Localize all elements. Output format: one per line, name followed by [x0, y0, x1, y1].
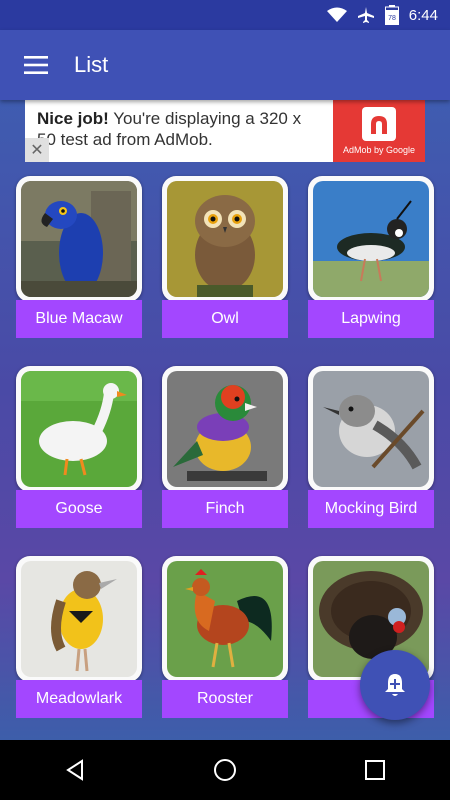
back-icon[interactable]	[45, 740, 105, 800]
recents-icon[interactable]	[345, 740, 405, 800]
status-time: 6:44	[408, 6, 438, 24]
rooster-image	[167, 561, 283, 677]
bird-label: Owl	[162, 300, 288, 338]
bird-thumbnail	[162, 366, 288, 492]
admob-logo[interactable]: AdMob by Google	[333, 100, 425, 162]
bird-card-blue-macaw[interactable]: Blue Macaw	[16, 176, 142, 338]
blue-macaw-image	[21, 181, 137, 297]
app-bar: List	[0, 30, 450, 100]
owl-image	[167, 181, 283, 297]
bird-thumbnail	[16, 366, 142, 492]
bird-card-mocking-bird[interactable]: Mocking Bird	[308, 366, 434, 528]
wifi-icon	[326, 7, 347, 23]
bird-card-finch[interactable]: Finch	[162, 366, 288, 528]
bird-label: Meadowlark	[16, 680, 142, 718]
hamburger-menu-icon[interactable]	[20, 49, 52, 81]
meadowlark-image	[21, 561, 137, 677]
bird-label: Lapwing	[308, 300, 434, 338]
airplane-icon	[357, 6, 375, 24]
mocking-bird-image	[313, 371, 429, 487]
battery-level: 78	[388, 15, 396, 22]
bird-label: Goose	[16, 490, 142, 528]
add-alert-icon	[385, 674, 405, 696]
bird-grid: Blue Macaw Owl Lapwing Goose Finch Mocki…	[0, 100, 450, 740]
bird-thumbnail	[162, 556, 288, 682]
bird-thumbnail	[16, 556, 142, 682]
bird-card-owl[interactable]: Owl	[162, 176, 288, 338]
bird-thumbnail	[16, 176, 142, 302]
bird-thumbnail	[308, 176, 434, 302]
ad-close-icon[interactable]: ✕	[25, 138, 49, 162]
bird-list-content: Blue Macaw Owl Lapwing Goose Finch Mocki…	[0, 100, 450, 740]
status-bar: 78 6:44	[0, 0, 450, 30]
goose-image	[21, 371, 137, 487]
add-alert-fab[interactable]	[360, 650, 430, 720]
lapwing-image	[313, 181, 429, 297]
ad-text: Nice job! You're displaying a 320 x 50 t…	[25, 100, 333, 162]
admob-brand-text: AdMob by Google	[342, 145, 416, 155]
bird-label: Blue Macaw	[16, 300, 142, 338]
finch-image	[167, 371, 283, 487]
bird-thumbnail	[308, 366, 434, 492]
admob-logo-icon	[362, 107, 396, 141]
bird-label: Mocking Bird	[308, 490, 434, 528]
bird-label: Rooster	[162, 680, 288, 718]
ad-bold-text: Nice job!	[37, 109, 109, 128]
bird-card-lapwing[interactable]: Lapwing	[308, 176, 434, 338]
page-title: List	[74, 52, 109, 77]
bird-thumbnail	[162, 176, 288, 302]
bird-label: Finch	[162, 490, 288, 528]
battery-icon: 78	[384, 5, 399, 25]
home-icon[interactable]	[195, 740, 255, 800]
bird-card-meadowlark[interactable]: Meadowlark	[16, 556, 142, 718]
bird-card-goose[interactable]: Goose	[16, 366, 142, 528]
ad-banner[interactable]: Nice job! You're displaying a 320 x 50 t…	[25, 100, 425, 162]
bird-card-rooster[interactable]: Rooster	[162, 556, 288, 718]
navigation-bar	[0, 740, 450, 800]
